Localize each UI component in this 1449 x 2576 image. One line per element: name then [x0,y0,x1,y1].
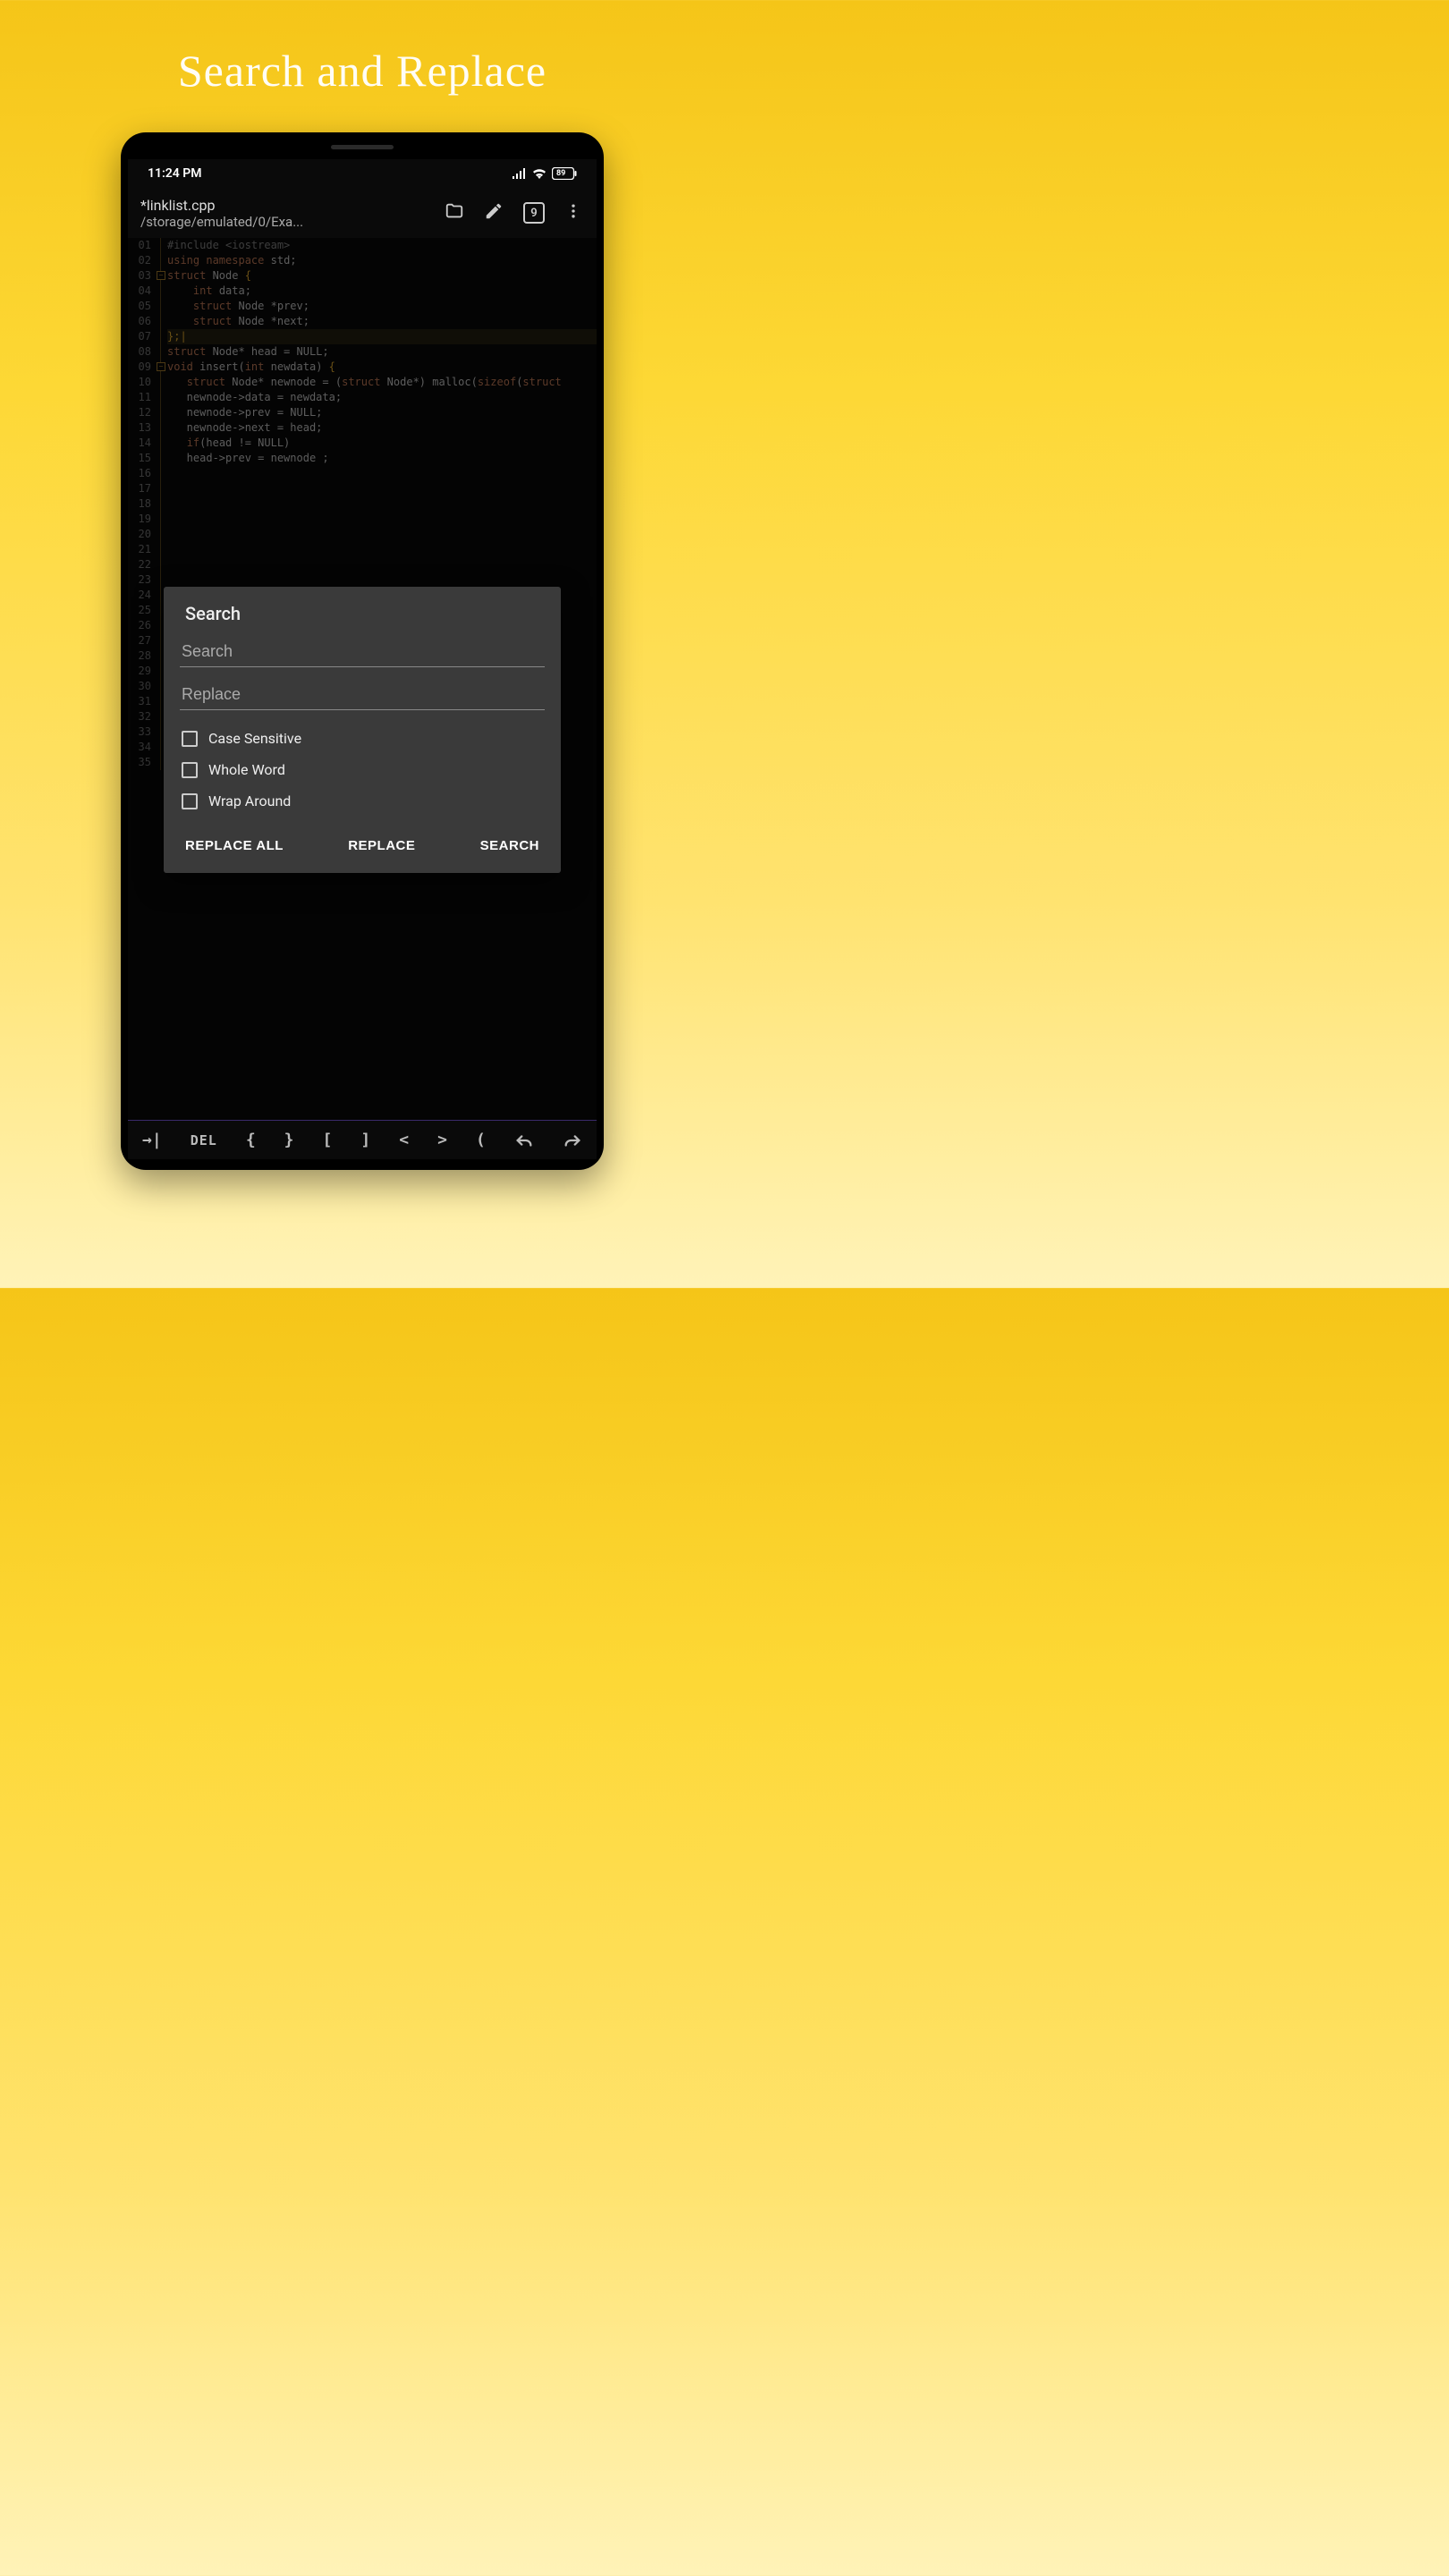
code-line[interactable]: newnode->data = newdata; [167,390,597,405]
bracket-open-key[interactable]: [ [318,1127,338,1153]
code-line[interactable]: if(head != NULL) [167,436,597,451]
code-line[interactable]: int data; [167,284,597,299]
del-key[interactable]: DEL [185,1129,223,1152]
battery-icon: 89 [552,167,577,180]
code-line[interactable]: newnode->prev = NULL; [167,405,597,420]
checkbox-icon [182,762,198,778]
search-button[interactable]: SEARCH [477,831,543,860]
replace-button[interactable]: REPLACE [344,831,419,860]
code-editor[interactable]: 0102030405060708091011121314151617181920… [128,238,597,1120]
case-sensitive-label: Case Sensitive [208,730,301,747]
code-line[interactable] [167,542,597,557]
case-sensitive-option[interactable]: Case Sensitive [180,723,545,754]
code-line[interactable]: newnode->next = head; [167,420,597,436]
tab-count[interactable]: 9 [523,202,545,224]
gt-key[interactable]: > [432,1127,453,1153]
code-line[interactable]: head->prev = newnode ; [167,451,597,466]
undo-icon[interactable] [509,1129,539,1152]
search-input[interactable] [180,637,545,667]
replace-all-button[interactable]: REPLACE ALL [182,831,287,860]
code-line[interactable]: struct Node* newnode = (struct Node*) ma… [167,375,597,390]
code-line[interactable]: struct Node { [167,268,597,284]
replace-input[interactable] [180,680,545,710]
wifi-icon [532,168,547,179]
code-line[interactable]: struct Node* head = NULL; [167,344,597,360]
page-title: Search and Replace [178,45,547,97]
file-name: *linklist.cpp [140,197,445,214]
code-line[interactable] [167,572,597,588]
checkbox-icon [182,731,198,747]
code-line[interactable] [167,466,597,481]
brace-close-key[interactable]: } [279,1127,300,1153]
folder-icon[interactable] [445,201,464,225]
status-time: 11:24 PM [148,166,202,181]
whole-word-option[interactable]: Whole Word [180,754,545,785]
redo-icon[interactable] [557,1129,588,1152]
wrap-around-label: Wrap Around [208,792,291,809]
code-line[interactable] [167,527,597,542]
tab-key[interactable]: →| [137,1127,167,1153]
code-line[interactable] [167,496,597,512]
phone-speaker [331,145,394,149]
search-dialog: Search Case Sensitive Whole Word Wrap Ar… [164,587,561,873]
code-line[interactable]: struct Node *prev; [167,299,597,314]
code-line[interactable] [167,481,597,496]
more-icon[interactable] [564,201,582,225]
lt-key[interactable]: < [394,1127,414,1153]
status-bar: 11:24 PM 89 [128,159,597,188]
code-line[interactable] [167,512,597,527]
code-line[interactable] [167,557,597,572]
code-line[interactable]: #include <iostream> [167,238,597,253]
code-line[interactable]: using namespace std; [167,253,597,268]
paren-open-key[interactable]: ( [470,1127,491,1153]
brace-open-key[interactable]: { [241,1127,261,1153]
wrap-around-option[interactable]: Wrap Around [180,785,545,817]
bracket-close-key[interactable]: ] [355,1127,376,1153]
dialog-title: Search [180,603,545,624]
file-path: /storage/emulated/0/Exa... [140,214,445,230]
phone-frame: 11:24 PM 89 *linklist [121,132,604,1170]
app-bar: *linklist.cpp /storage/emulated/0/Exa...… [128,188,597,238]
phone-screen: 11:24 PM 89 *linklist [128,159,597,1159]
checkbox-icon [182,793,198,809]
signal-icon [513,168,527,179]
code-line[interactable]: void insert(int newdata) { [167,360,597,375]
whole-word-label: Whole Word [208,761,285,778]
code-line[interactable]: struct Node *next; [167,314,597,329]
code-line[interactable]: };| [167,329,597,344]
edit-icon[interactable] [484,201,504,225]
symbol-toolbar: →| DEL { } [ ] < > ( [128,1120,597,1159]
